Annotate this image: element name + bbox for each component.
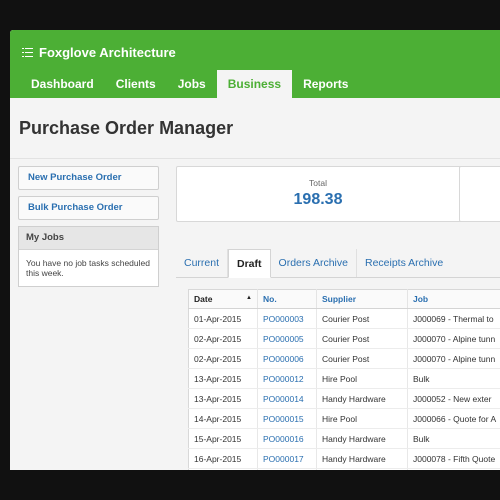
cell-supplier: Courier Post	[316, 308, 408, 329]
table-row[interactable]: 14-Apr-2015 PO000015 Hire Pool J000066 - Qu…	[188, 408, 500, 429]
cell-job: J000053 - Administra	[407, 468, 500, 470]
cell-po-number[interactable]: PO000015	[257, 408, 317, 429]
table-row[interactable]: 13-Apr-2015 PO000014 Handy Hardware J000052…	[188, 388, 500, 409]
cell-po-number[interactable]: PO000016	[257, 428, 317, 449]
table-row[interactable]: 13-Apr-2015 PO000012 Hire Pool Bulk	[188, 368, 500, 389]
summary-card-secondary	[459, 166, 500, 222]
cell-po-number[interactable]: PO000006	[257, 348, 317, 369]
cell-supplier: Courier Post	[316, 348, 408, 369]
bulk-purchase-order-button[interactable]: Bulk Purchase Order	[18, 196, 159, 220]
cell-supplier: Hillary Consultants	[316, 468, 408, 470]
sort-asc-icon: ▲	[246, 295, 252, 301]
nav-tab-dashboard[interactable]: Dashboard	[20, 70, 105, 98]
cell-date: 16-Apr-2015	[188, 448, 258, 469]
cell-job: J000066 - Quote for A	[407, 408, 500, 429]
total-value: 198.38	[293, 191, 343, 208]
cell-date: 13-Apr-2015	[188, 388, 258, 409]
title-bar: Purchase Order Manager	[10, 98, 500, 159]
column-header-date[interactable]: Date ▲	[188, 289, 258, 309]
app-title: Foxglove Architecture	[39, 45, 176, 60]
cell-date: 13-Apr-2015	[188, 368, 258, 389]
device-frame: Foxglove Architecture Dashboard Clients …	[0, 0, 500, 500]
nav-tab-clients[interactable]: Clients	[105, 70, 167, 98]
menu-list-icon	[22, 47, 33, 58]
cell-supplier: Handy Hardware	[316, 448, 408, 469]
cell-job: J000069 - Thermal to	[407, 308, 500, 329]
cell-date: 01-Apr-2015	[188, 308, 258, 329]
table-body: 01-Apr-2015 PO000003 Courier Post J000069 -…	[188, 308, 500, 470]
main-content: New Purchase Order Bulk Purchase Order M…	[10, 159, 500, 470]
cell-date: 02-Apr-2015	[188, 348, 258, 369]
cell-po-number[interactable]: PO000014	[257, 388, 317, 409]
cell-job: J000052 - New exter	[407, 388, 500, 409]
cell-date: 16-Apr-2015	[188, 468, 258, 470]
my-jobs-title: My Jobs	[19, 227, 158, 250]
cell-supplier: Hire Pool	[316, 368, 408, 389]
tab-orders-archive[interactable]: Orders Archive	[271, 249, 357, 277]
table-header-row: Date ▲ No. Supplier Job	[188, 289, 500, 309]
my-jobs-empty-text: You have no job tasks scheduled this wee…	[26, 258, 150, 278]
tab-draft[interactable]: Draft	[228, 249, 271, 278]
nav-tab-reports[interactable]: Reports	[292, 70, 359, 98]
cell-supplier: Handy Hardware	[316, 428, 408, 449]
table-row[interactable]: 15-Apr-2015 PO000016 Handy Hardware Bulk	[188, 428, 500, 449]
cell-po-number[interactable]: PO000012	[257, 368, 317, 389]
cell-po-number[interactable]: PO000018	[257, 468, 317, 470]
cell-date: 02-Apr-2015	[188, 328, 258, 349]
purchase-orders-table: Date ▲ No. Supplier Job 01-Apr-2015 PO000…	[188, 289, 500, 470]
nav-tab-jobs[interactable]: Jobs	[167, 70, 217, 98]
new-purchase-order-button[interactable]: New Purchase Order	[18, 166, 159, 190]
nav-tab-business[interactable]: Business	[216, 70, 293, 98]
total-card: Total 198.38	[176, 166, 463, 222]
column-header-no[interactable]: No.	[257, 289, 317, 309]
cell-date: 15-Apr-2015	[188, 428, 258, 449]
cell-supplier: Handy Hardware	[316, 388, 408, 409]
sidebar: New Purchase Order Bulk Purchase Order M…	[18, 166, 159, 287]
app-window: Foxglove Architecture Dashboard Clients …	[10, 30, 500, 470]
cell-supplier: Hire Pool	[316, 408, 408, 429]
cell-job: J000070 - Alpine tunn	[407, 348, 500, 369]
table-row[interactable]: 01-Apr-2015 PO000003 Courier Post J000069 -…	[188, 308, 500, 329]
cell-po-number[interactable]: PO000017	[257, 448, 317, 469]
page-title: Purchase Order Manager	[19, 118, 234, 138]
date-header-label: Date	[194, 294, 213, 304]
tab-current[interactable]: Current	[176, 249, 229, 277]
top-bar: Foxglove Architecture Dashboard Clients …	[10, 30, 500, 98]
cell-job: Bulk	[407, 368, 500, 389]
brand[interactable]: Foxglove Architecture	[22, 45, 176, 60]
column-header-supplier[interactable]: Supplier	[316, 289, 408, 309]
tab-receipts-archive[interactable]: Receipts Archive	[357, 249, 451, 277]
table-row[interactable]: 02-Apr-2015 PO000006 Courier Post J000070 -…	[188, 348, 500, 369]
total-label: Total	[309, 178, 327, 188]
table-row[interactable]: 02-Apr-2015 PO000005 Courier Post J000070 -…	[188, 328, 500, 349]
cell-job: J000070 - Alpine tunn	[407, 328, 500, 349]
table-row[interactable]: 16-Apr-2015PO000018Hillary ConsultantsJ0…	[188, 468, 500, 470]
cell-date: 14-Apr-2015	[188, 408, 258, 429]
table-row[interactable]: 16-Apr-2015 PO000017 Handy Hardware J000078…	[188, 448, 500, 469]
cell-po-number[interactable]: PO000005	[257, 328, 317, 349]
cell-po-number[interactable]: PO000003	[257, 308, 317, 329]
column-header-job[interactable]: Job	[407, 289, 500, 309]
main-nav: Dashboard Clients Jobs Business Reports	[20, 70, 359, 98]
my-jobs-panel: My Jobs You have no job tasks scheduled …	[18, 226, 159, 287]
cell-supplier: Courier Post	[316, 328, 408, 349]
po-tabs: Current Draft Orders Archive Receipts Ar…	[176, 249, 500, 278]
cell-job: Bulk	[407, 428, 500, 449]
cell-job: J000078 - Fifth Quote	[407, 448, 500, 469]
